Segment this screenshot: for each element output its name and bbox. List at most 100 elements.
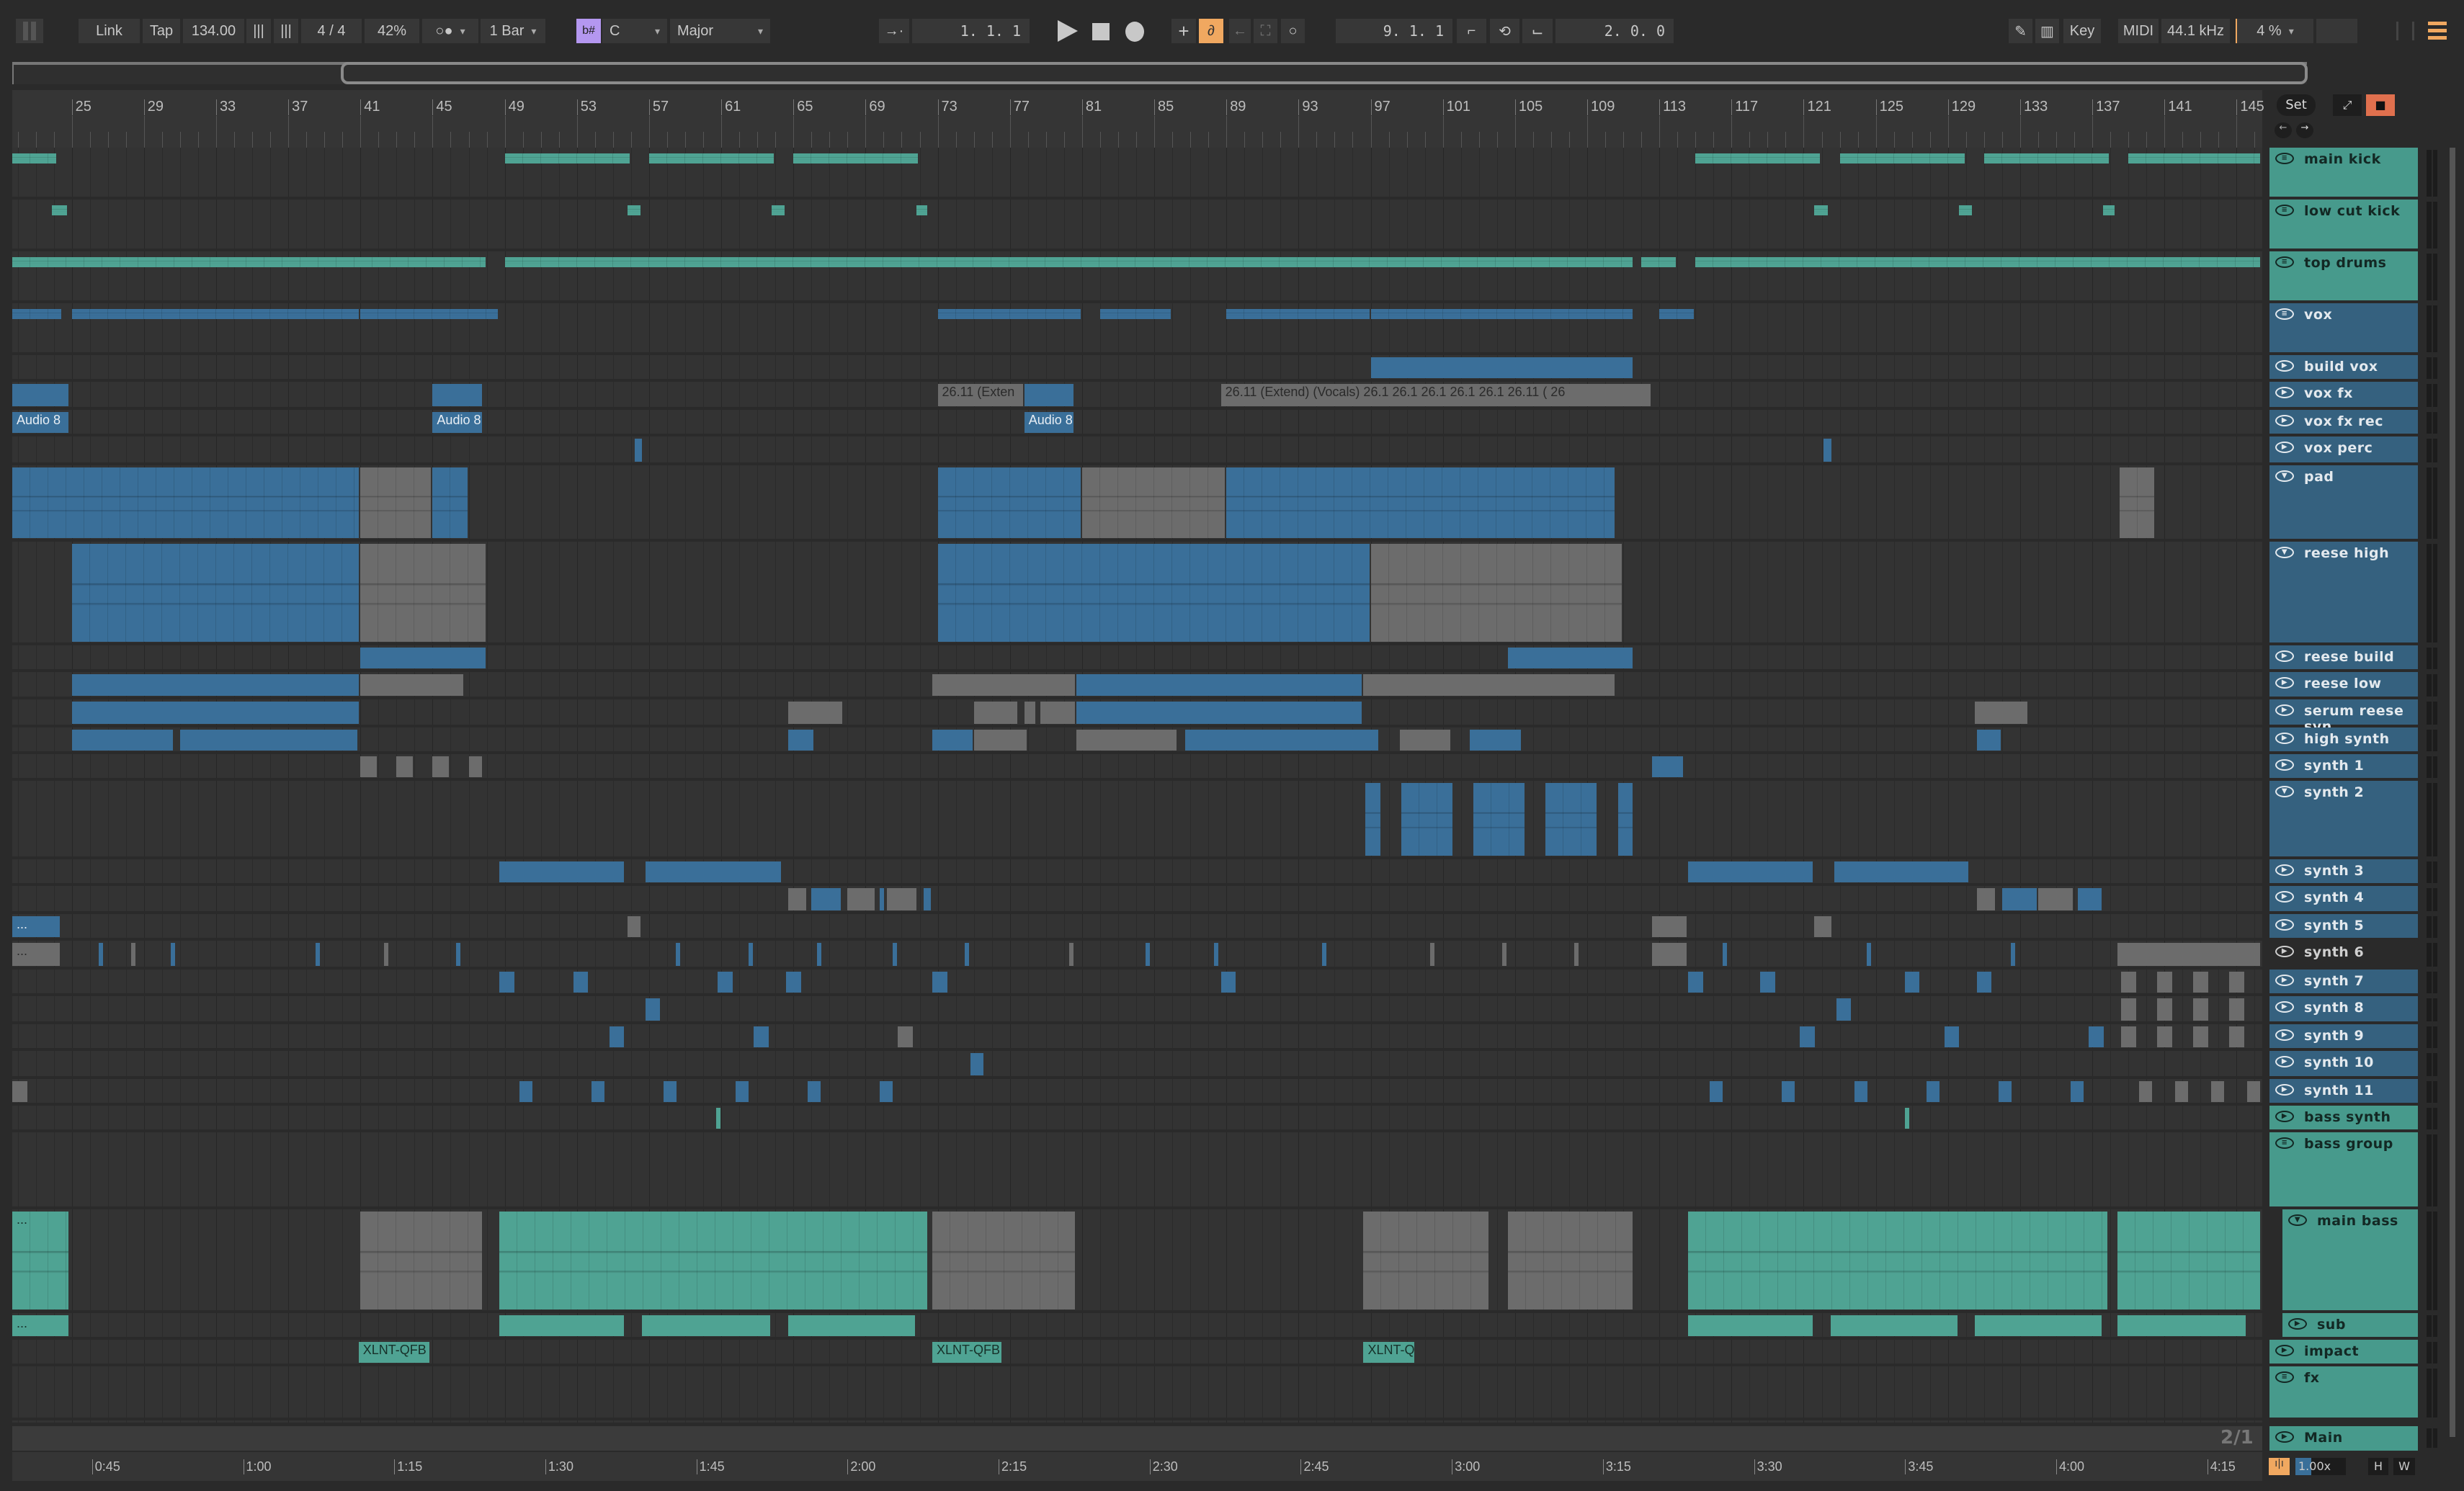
track-header-synth-5[interactable]: ▶ synth 5 [2269,914,2418,941]
clip[interactable] [892,943,897,966]
track-header-fx[interactable]: ≡ fx [2269,1366,2418,1420]
clip[interactable] [2103,205,2115,215]
overdub-button[interactable]: + [1171,19,1196,43]
overview-visible-range[interactable] [341,62,2308,84]
clip[interactable] [1652,756,1684,777]
track-header-synth-2[interactable]: ▼ synth 2 [2269,780,2418,859]
clip[interactable] [315,943,320,966]
clip[interactable]: Audio 8 [12,412,69,434]
clip[interactable] [468,756,482,777]
clip[interactable] [1226,308,1370,319]
track-header-synth-4[interactable]: ▶ synth 4 [2269,886,2418,915]
clip[interactable] [1688,1212,2107,1310]
metronome-button[interactable]: ○● [422,19,478,43]
quantize-dropdown[interactable]: 1 Bar [481,19,545,43]
group-icon[interactable]: ≡ [2275,153,2294,164]
clip[interactable] [754,1026,769,1048]
session-record-button[interactable]: ○ [1281,19,1305,43]
clip[interactable] [1652,916,1687,938]
clip[interactable] [627,916,640,938]
time-signature-field[interactable]: 4 / 4 [301,19,362,43]
clip[interactable] [499,971,514,993]
clip[interactable] [1904,1108,1909,1129]
clip[interactable] [383,943,388,966]
track-header-vox-fx[interactable]: ▶ vox fx [2269,381,2418,411]
clip[interactable]: 26.11 (Exten [937,383,1023,407]
clip[interactable] [786,971,801,993]
clip[interactable] [2193,1026,2208,1048]
clip[interactable] [1976,888,1996,911]
clip[interactable] [360,648,486,669]
track-lane[interactable] [12,1132,2262,1210]
clip[interactable]: ... [12,916,60,938]
clip[interactable] [1782,1081,1795,1103]
clip[interactable] [1688,861,1813,883]
clip[interactable] [1024,383,1073,407]
clip[interactable] [2001,888,2037,911]
clip[interactable] [847,888,875,911]
track-lane[interactable] [12,645,2262,673]
clip[interactable] [360,756,378,777]
waveform-zoom-button[interactable]: ı|ı [2269,1458,2290,1475]
clip[interactable] [2175,1081,2189,1103]
clip[interactable] [1760,971,1775,993]
expand-button[interactable]: ⤢ [2333,94,2362,116]
track-lane[interactable] [12,1079,2262,1106]
nudge-down-button[interactable]: ||| [246,19,271,43]
play-icon[interactable]: ▶ [2275,1084,2294,1096]
play-icon[interactable]: ▶ [2275,946,2294,958]
link-button[interactable]: Link [79,19,140,43]
track-header-synth-9[interactable]: ▶ synth 9 [2269,1024,2418,1052]
clip[interactable] [2117,1212,2261,1310]
cpu-load-display[interactable]: 4 % [2236,19,2313,43]
fold-icon[interactable]: ▼ [2275,785,2294,797]
clip[interactable] [360,674,464,696]
capture-button[interactable]: ⛶ [1254,19,1277,43]
track-header-top-drums[interactable]: ≡ top drums [2269,251,2418,303]
set-locator-button[interactable]: Set [2277,94,2316,116]
clip[interactable] [787,701,843,724]
track-lane[interactable] [12,382,2262,411]
follow-button[interactable]: →· [879,19,909,43]
play-icon[interactable]: ▶ [2275,974,2294,986]
clip[interactable] [641,1315,771,1337]
clip[interactable]: ... [12,1212,69,1310]
clip[interactable] [2229,1026,2244,1048]
scale-dropdown[interactable]: Major [670,19,770,43]
clip[interactable] [2211,1081,2225,1103]
arrangement-tracks-area[interactable]: 26.11 (Exten 26.11 (Extend) (Vocals) 26.1… [12,148,2262,1423]
track-lane[interactable] [12,1366,2262,1420]
clip[interactable] [2011,943,2016,966]
clip[interactable] [923,888,932,911]
clip[interactable] [609,1026,625,1048]
optimize-height-button[interactable]: H [2368,1458,2388,1475]
clip[interactable] [1695,153,1821,164]
track-header-pad[interactable]: ▼ pad [2269,465,2418,542]
clip[interactable] [1659,308,1695,319]
clip[interactable] [645,861,782,883]
clip[interactable] [1370,357,1633,378]
clip[interactable] [2089,1026,2104,1048]
clip[interactable] [2120,467,2154,539]
clip[interactable] [628,205,640,215]
clip[interactable] [748,943,753,966]
clip[interactable] [1840,153,1965,164]
tap-tempo-button[interactable]: Tap [143,19,180,43]
track-lane[interactable] [12,941,2262,970]
clip[interactable]: 26.11 (Extend) (Vocals) 26.1 26.1 26.1 2… [1220,383,1651,407]
track-lane[interactable] [12,355,2262,382]
clip[interactable] [973,701,1018,724]
clip[interactable] [1800,1026,1815,1048]
track-header-vox[interactable]: ≡ vox [2269,303,2418,355]
song-position-field[interactable]: 1. 1. 1 [912,19,1030,43]
clip[interactable] [1824,439,1831,462]
clip[interactable] [2078,888,2102,911]
track-lane[interactable] [12,754,2262,781]
play-icon[interactable]: ▶ [2275,891,2294,903]
play-icon[interactable]: ▶ [2275,732,2294,744]
play-icon[interactable]: ▶ [2275,359,2294,372]
track-header-impact[interactable]: ▶ impact [2269,1340,2418,1367]
arrangement-overview[interactable] [12,62,2308,84]
clip[interactable] [938,467,1081,539]
clip[interactable] [1430,943,1435,966]
